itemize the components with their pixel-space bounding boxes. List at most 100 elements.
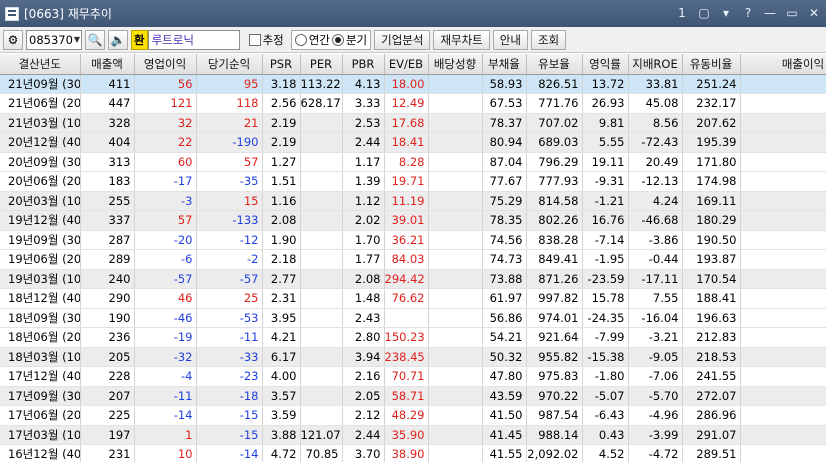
table-cell: -35 (196, 171, 263, 192)
column-header[interactable]: EV/EB (384, 54, 429, 75)
column-header[interactable]: 부채율 (482, 54, 527, 75)
estimate-checkbox[interactable]: 추정 (248, 32, 284, 48)
table-row[interactable]: 18년06월 (20) 236 -19 -11 4.21 2.80 150.23 54.21 9… (0, 327, 826, 348)
settings-gear-icon[interactable]: ⚙ (3, 29, 23, 50)
table-row[interactable]: 16년12월 (40) 231 10 -14 4.72 70.85 3.70 38.90 41.… (0, 444, 826, 462)
hwan-badge[interactable]: 환 (131, 29, 148, 50)
speaker-icon[interactable]: 🔈 (108, 29, 128, 50)
table-row[interactable]: 21년09월 (30) 411 56 95 3.18 113.22 4.13 18.00 58.… (0, 74, 826, 94)
table-cell: 56.86 (482, 308, 527, 328)
table-row[interactable]: 21년06월 (20) 447 121 118 2.56 628.17 3.33 12.49 6… (0, 93, 826, 114)
table-cell: -3.99 (628, 425, 683, 445)
table-cell: 4.72 (262, 444, 301, 462)
table-cell: 41.45 (482, 425, 527, 445)
table-cell: 404 (80, 132, 135, 153)
table-cell: 871.26 (526, 269, 583, 289)
table-cell: 10 (134, 444, 197, 462)
column-header[interactable]: 유보율 (526, 54, 583, 75)
table-cell (428, 230, 483, 250)
close-icon[interactable]: ✕ (806, 5, 822, 21)
table-cell: 628.17 (300, 93, 343, 114)
table-cell: 50.32 (482, 347, 527, 367)
table-cell: 53.47 (740, 171, 826, 192)
table-cell: 54.74 (740, 191, 826, 211)
table-row[interactable]: 18년12월 (40) 290 46 25 2.31 1.48 76.62 61.97 997.… (0, 288, 826, 309)
table-cell: 7.55 (628, 288, 683, 309)
table-cell: 87.04 (482, 152, 527, 172)
table-cell: 231 (80, 444, 135, 462)
column-header[interactable]: 지배ROE (628, 54, 683, 75)
table-cell: -6.43 (582, 405, 629, 426)
checkbox-box[interactable] (248, 33, 261, 46)
table-cell: 188.41 (682, 288, 741, 309)
table-row[interactable]: 17년12월 (40) 228 -4 -23 4.00 2.16 70.71 47.80 975… (0, 366, 826, 387)
column-header[interactable]: 유동비율 (682, 54, 741, 75)
column-header[interactable]: PER (300, 54, 343, 75)
table-row[interactable]: 20년09월 (30) 313 60 57 1.27 1.17 8.28 87.04 796.2… (0, 152, 826, 172)
pin-icon[interactable]: ▾ (718, 5, 734, 21)
stock-name-field[interactable]: 루트로닉 (147, 29, 240, 50)
table-cell: -5.07 (582, 386, 629, 406)
column-header[interactable]: 영익률 (582, 54, 629, 75)
table-cell (300, 132, 343, 153)
table-cell: 38.90 (384, 444, 429, 462)
quarter-radio[interactable] (331, 33, 344, 46)
column-header[interactable]: 영업이익 (134, 54, 197, 75)
table-cell: 50.29 (740, 347, 826, 367)
column-header[interactable]: PSR (262, 54, 301, 75)
table-row[interactable]: 20년06월 (20) 183 -17 -35 1.51 1.39 19.71 77.67 77… (0, 171, 826, 192)
column-header[interactable]: 배당성향 (428, 54, 483, 75)
minimize-icon[interactable]: — (762, 5, 778, 21)
table-cell: 997.82 (526, 288, 583, 309)
chevron-down-icon[interactable]: ▼ (73, 35, 81, 44)
column-header[interactable]: 매출이익 (740, 54, 826, 75)
table-cell: 241.55 (682, 366, 741, 387)
guide-button[interactable]: 안내 (492, 29, 528, 50)
table-cell: -14 (134, 405, 197, 426)
table-row[interactable]: 19년12월 (40) 337 57 -133 2.08 2.02 39.01 78.35 80… (0, 210, 826, 231)
table-row[interactable]: 17년03월 (10) 197 1 -15 3.88 121.07 2.44 35.90 41.… (0, 425, 826, 445)
table-cell (428, 249, 483, 270)
table-cell: 113.22 (300, 74, 343, 94)
column-header[interactable]: 당기순익 (196, 54, 263, 75)
period-radio-group: 연간 분기 (290, 29, 372, 50)
table-cell: 18.41 (384, 132, 429, 153)
table-row[interactable]: 20년03월 (10) 255 -3 15 1.16 1.12 11.19 75.29 814.… (0, 191, 826, 211)
table-cell: -4.72 (628, 444, 683, 462)
table-cell: 21 (196, 113, 263, 133)
table-row[interactable]: 18년09월 (30) 190 -46 -53 3.95 2.43 56.86 974.01-… (0, 308, 826, 328)
help-icon[interactable]: ? (740, 5, 756, 21)
table-row[interactable]: 19년03월 (10) 240 -57 -57 2.77 2.08 294.42 73.88 8… (0, 269, 826, 289)
copy-window-icon[interactable]: ▢ (696, 5, 712, 21)
query-button[interactable]: 조회 (530, 29, 567, 50)
column-header[interactable]: PBR (342, 54, 385, 75)
table-cell: 2.19 (262, 132, 301, 153)
table-row[interactable]: 17년09월 (30) 207 -11 -18 3.57 2.05 58.71 43.59 97… (0, 386, 826, 406)
table-row[interactable]: 20년12월 (40) 404 22 -190 2.19 2.44 18.41 80.94 68… (0, 132, 826, 153)
table-cell: 2.05 (342, 386, 385, 406)
link-number-icon[interactable]: 1 (674, 5, 690, 21)
table-cell (428, 191, 483, 211)
window-controls: 1 ▢ ▾ ? — ▭ ✕ (674, 5, 822, 21)
table-cell: 57 (134, 210, 197, 231)
table-row[interactable]: 19년06월 (20) 289 -6 -2 2.18 1.77 84.03 74.73 849.… (0, 249, 826, 270)
table-cell: -19 (134, 327, 197, 348)
annual-radio[interactable] (294, 33, 307, 46)
table-cell: 19년03월 (10) (0, 269, 81, 289)
company-analysis-button[interactable]: 기업분석 (374, 29, 431, 50)
table-row[interactable]: 21년03월 (10) 328 32 21 2.19 2.53 17.68 78.37 707.… (0, 113, 826, 133)
table-cell: 0.43 (582, 425, 629, 445)
table-row[interactable]: 19년09월 (30) 287 -20 -12 1.90 1.70 36.21 74.56 83… (0, 230, 826, 250)
search-icon[interactable]: 🔍 (85, 29, 105, 50)
table-row[interactable]: 17년06월 (20) 225 -14 -15 3.59 2.12 48.29 41.50 98… (0, 405, 826, 426)
maximize-icon[interactable]: ▭ (784, 5, 800, 21)
table-cell: 313 (80, 152, 135, 172)
stock-code-input[interactable]: 085370 ▼ (26, 29, 82, 50)
financial-chart-button[interactable]: 재무차트 (433, 29, 490, 50)
table-cell: 337 (80, 210, 135, 231)
table-cell: 26.93 (582, 93, 629, 114)
table-cell: 3.57 (262, 386, 301, 406)
column-header[interactable]: 결산년도 (0, 54, 81, 75)
table-row[interactable]: 18년03월 (10) 205 -32 -33 6.17 3.94 238.45 50.32 9… (0, 347, 826, 367)
column-header[interactable]: 매출액 (80, 54, 135, 75)
